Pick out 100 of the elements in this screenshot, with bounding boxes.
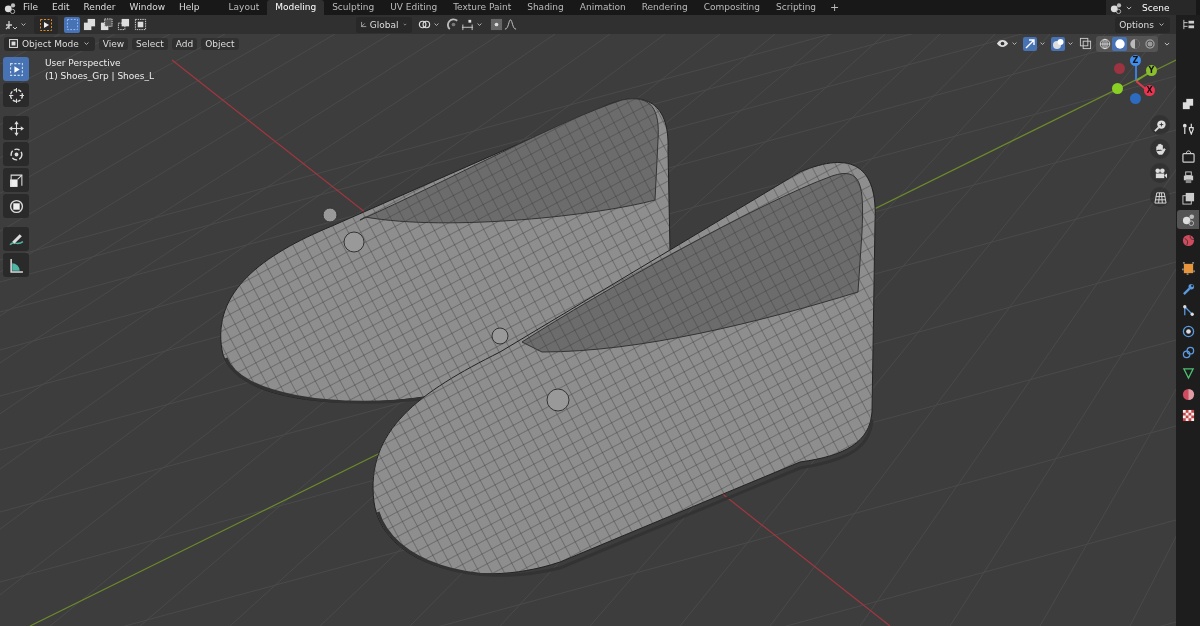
- select-mode-icon: [82, 18, 96, 31]
- zoom-button[interactable]: [1150, 115, 1170, 135]
- pivot-point-icon[interactable]: [417, 18, 431, 31]
- viewport-menu-item[interactable]: Select: [132, 37, 168, 50]
- workspace-tab[interactable]: Layout: [220, 0, 268, 15]
- physics-tab-icon: [1181, 325, 1195, 338]
- ruler-icon: [8, 257, 24, 273]
- select-mode-button[interactable]: [81, 16, 97, 33]
- overlays-toggle-icon[interactable]: [1051, 36, 1065, 51]
- viewport-menu-item[interactable]: View: [98, 37, 129, 50]
- select-mode-icon: [99, 18, 113, 31]
- workspace-tab[interactable]: Texture Paint: [445, 0, 520, 15]
- workspace-tab[interactable]: Sculpting: [324, 0, 383, 15]
- menu-item[interactable]: Window: [122, 0, 173, 15]
- transform-icon: [8, 198, 24, 214]
- shading-sphere-icon: [1143, 37, 1156, 50]
- cursor-icon: [8, 87, 24, 103]
- texture-tab-icon: [1181, 409, 1195, 422]
- workspace-tab[interactable]: Rendering: [633, 0, 696, 15]
- menu-item[interactable]: Help: [172, 0, 207, 15]
- menu-item[interactable]: Edit: [45, 0, 77, 15]
- active-tool-button[interactable]: [34, 15, 58, 34]
- xray-toggle-icon[interactable]: [1079, 37, 1092, 50]
- output-tab-icon: [1181, 171, 1195, 184]
- workspace-tab[interactable]: Scripting: [768, 0, 825, 15]
- toolbar-tool-button[interactable]: [3, 83, 29, 107]
- shading-mode-button[interactable]: [1127, 36, 1142, 51]
- workspace-tab[interactable]: Shading: [519, 0, 572, 15]
- select-box-icon: [39, 17, 53, 32]
- toolbar-tool-button[interactable]: [3, 116, 29, 140]
- transform-orientation-dropdown[interactable]: Global: [355, 16, 412, 33]
- object-mode-dropdown[interactable]: Object Mode: [4, 36, 95, 51]
- outliner-icon[interactable]: [1181, 18, 1195, 31]
- toolbar-tool-button[interactable]: [3, 142, 29, 166]
- modifiers-tab-icon: [1181, 283, 1195, 296]
- toggle-icon: [1182, 97, 1194, 110]
- gizmo-axis-handle[interactable]: Y: [1146, 65, 1157, 76]
- gizmo-axis-handle[interactable]: X: [1144, 85, 1155, 96]
- shading-mode-button[interactable]: [1097, 36, 1112, 51]
- snap-magnet-icon[interactable]: [446, 18, 460, 31]
- menu-item[interactable]: File: [16, 0, 46, 15]
- render-tab-icon: [1181, 150, 1195, 163]
- select-mode-icon: [65, 18, 79, 31]
- object-mode-icon: [8, 38, 19, 49]
- falloff-curve-icon[interactable]: [503, 18, 517, 31]
- zoom-icon: [1153, 118, 1167, 132]
- particles-tab-icon: [1181, 304, 1195, 317]
- scene-tab-icon: [1181, 213, 1195, 226]
- viewport-menu-item[interactable]: Object: [201, 37, 239, 50]
- gizmo-toggle-icon[interactable]: [1023, 36, 1037, 51]
- orientation-axes-icon: [359, 19, 367, 30]
- transform-orientation-label: Global: [369, 19, 399, 30]
- tool-tab-icon: [1181, 122, 1195, 135]
- workspace-tab[interactable]: Modeling: [267, 0, 325, 15]
- viewport-info-text: (1) Shoes_Grp | Shoes_L: [45, 70, 155, 83]
- gizmo-axis-handle[interactable]: Z: [1130, 55, 1141, 66]
- viewport-menu-item[interactable]: Add: [171, 37, 198, 50]
- object-tab-icon: [1181, 262, 1195, 275]
- material-tab-icon: [1181, 388, 1195, 401]
- select-mode-icon: [133, 18, 147, 31]
- hand-pan-icon: [1153, 142, 1167, 156]
- select-mode-button[interactable]: [132, 16, 148, 33]
- workspace-tab[interactable]: Animation: [571, 0, 634, 15]
- select-mode-button[interactable]: [115, 16, 131, 33]
- options-label: Options: [1119, 19, 1154, 30]
- data-tab-icon: [1181, 367, 1195, 380]
- select-mode-icon: [116, 18, 130, 31]
- proportional-editing-icon[interactable]: [489, 18, 503, 31]
- select-mode-button[interactable]: [98, 16, 114, 33]
- options-dropdown[interactable]: Options: [1115, 16, 1170, 33]
- world-tab-icon: [1181, 234, 1195, 247]
- visibility-icon[interactable]: [996, 37, 1009, 50]
- toolbar-tool-button[interactable]: [3, 168, 29, 192]
- shading-sphere-icon: [1098, 37, 1111, 50]
- shading-sphere-icon: [1113, 37, 1126, 50]
- camera-button[interactable]: [1150, 163, 1170, 183]
- constraints-tab-icon: [1181, 346, 1195, 359]
- object-mode-label: Object Mode: [22, 38, 79, 49]
- rotate-icon: [8, 146, 24, 162]
- select-mode-button[interactable]: [64, 16, 80, 33]
- hand-pan-button[interactable]: [1150, 139, 1170, 159]
- toolbar-tool-button[interactable]: [3, 227, 29, 251]
- menu-item[interactable]: Render: [76, 0, 123, 15]
- toolbar-tool-button[interactable]: [3, 253, 29, 277]
- negative-axis-dot[interactable]: [1112, 83, 1123, 94]
- scene-icon[interactable]: [1110, 1, 1122, 14]
- negative-axis-dot[interactable]: [1114, 63, 1125, 74]
- shading-mode-button[interactable]: [1112, 36, 1127, 51]
- workspace-tab[interactable]: UV Editing: [382, 0, 446, 15]
- properties-tab[interactable]: [1177, 210, 1199, 229]
- move-arrows-icon: [8, 120, 24, 136]
- grid-view-icon: [1153, 190, 1167, 204]
- add-workspace-button[interactable]: +: [824, 0, 846, 15]
- toolbar-tool-button[interactable]: [3, 194, 29, 218]
- workspace-tab[interactable]: Compositing: [695, 0, 769, 15]
- snap-element-icon[interactable]: [460, 18, 474, 31]
- grid-view-button[interactable]: [1150, 187, 1170, 207]
- negative-axis-dot[interactable]: [1130, 93, 1141, 104]
- scale-icon: [8, 172, 24, 188]
- viewport-info-text: User Perspective: [45, 57, 122, 70]
